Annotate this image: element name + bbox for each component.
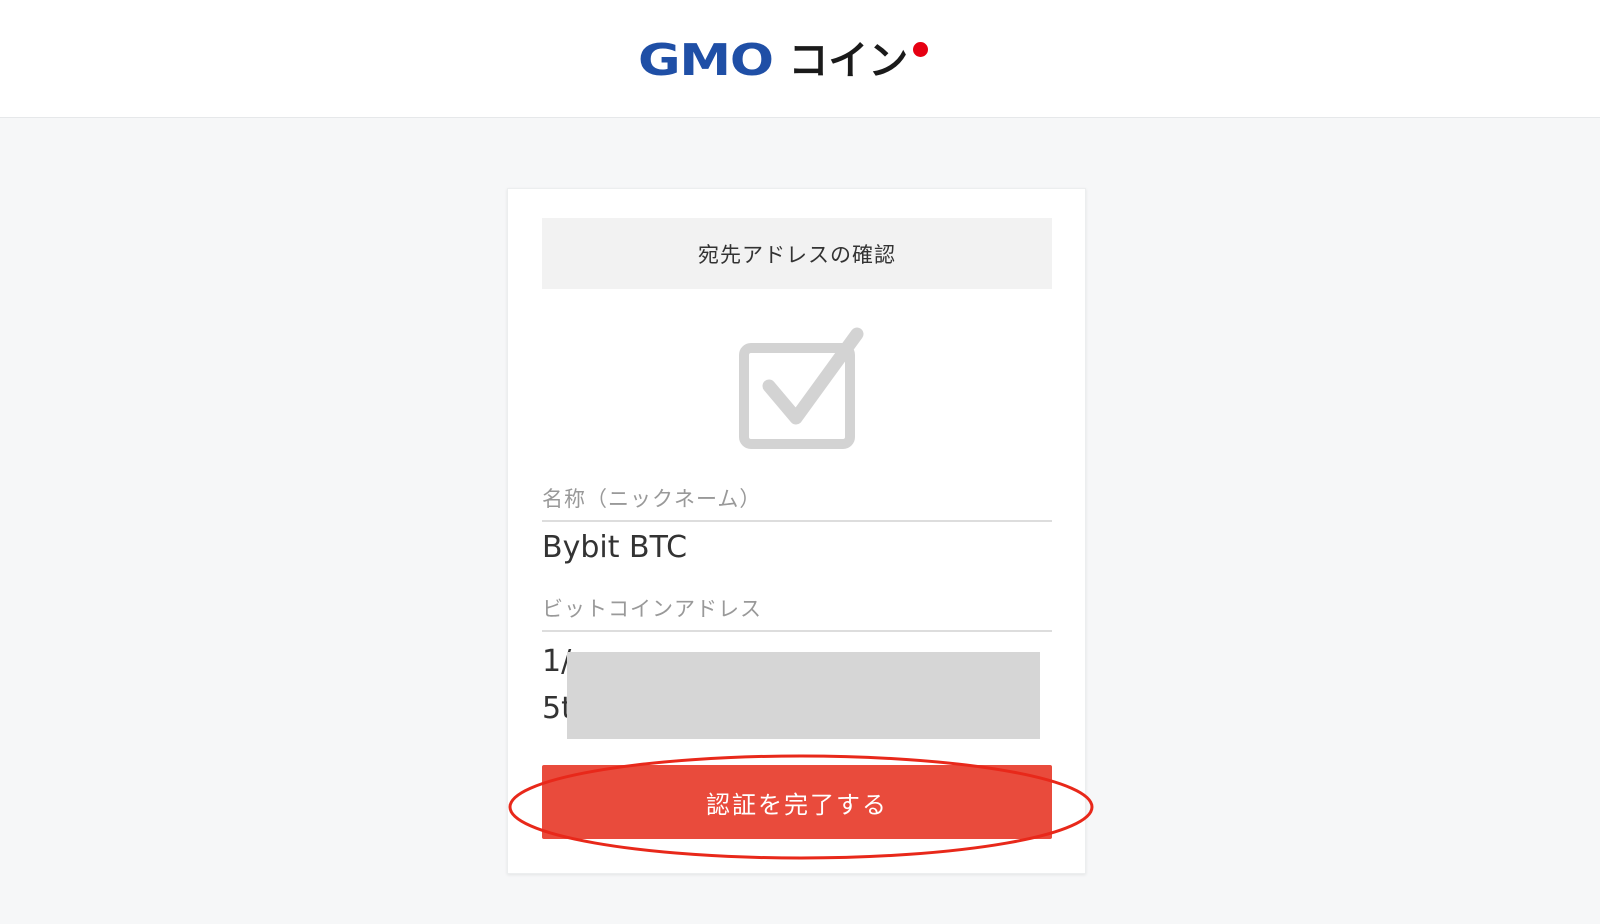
checkbox-checked-icon (739, 327, 864, 449)
nickname-divider (542, 520, 1052, 522)
logo-red-dot-icon (913, 42, 928, 57)
logo-gmo-text: GMO (638, 35, 774, 86)
gmo-coin-logo[interactable]: GMO コイン (638, 35, 909, 86)
nickname-value: Bybit BTC (542, 530, 688, 565)
address-divider (542, 630, 1052, 632)
complete-authentication-button[interactable]: 認証を完了する (542, 765, 1052, 839)
nickname-label: 名称（ニックネーム） (542, 487, 762, 511)
card-title: 宛先アドレスの確認 (542, 218, 1052, 289)
address-redaction-box (567, 652, 1040, 739)
address-confirm-card: 宛先アドレスの確認 名称（ニックネーム） Bybit BTC ビットコインアドレ… (507, 188, 1086, 874)
logo-coin-text: コイン (788, 38, 909, 84)
address-label: ビットコインアドレス (542, 597, 762, 621)
top-header: GMO コイン (0, 0, 1600, 118)
